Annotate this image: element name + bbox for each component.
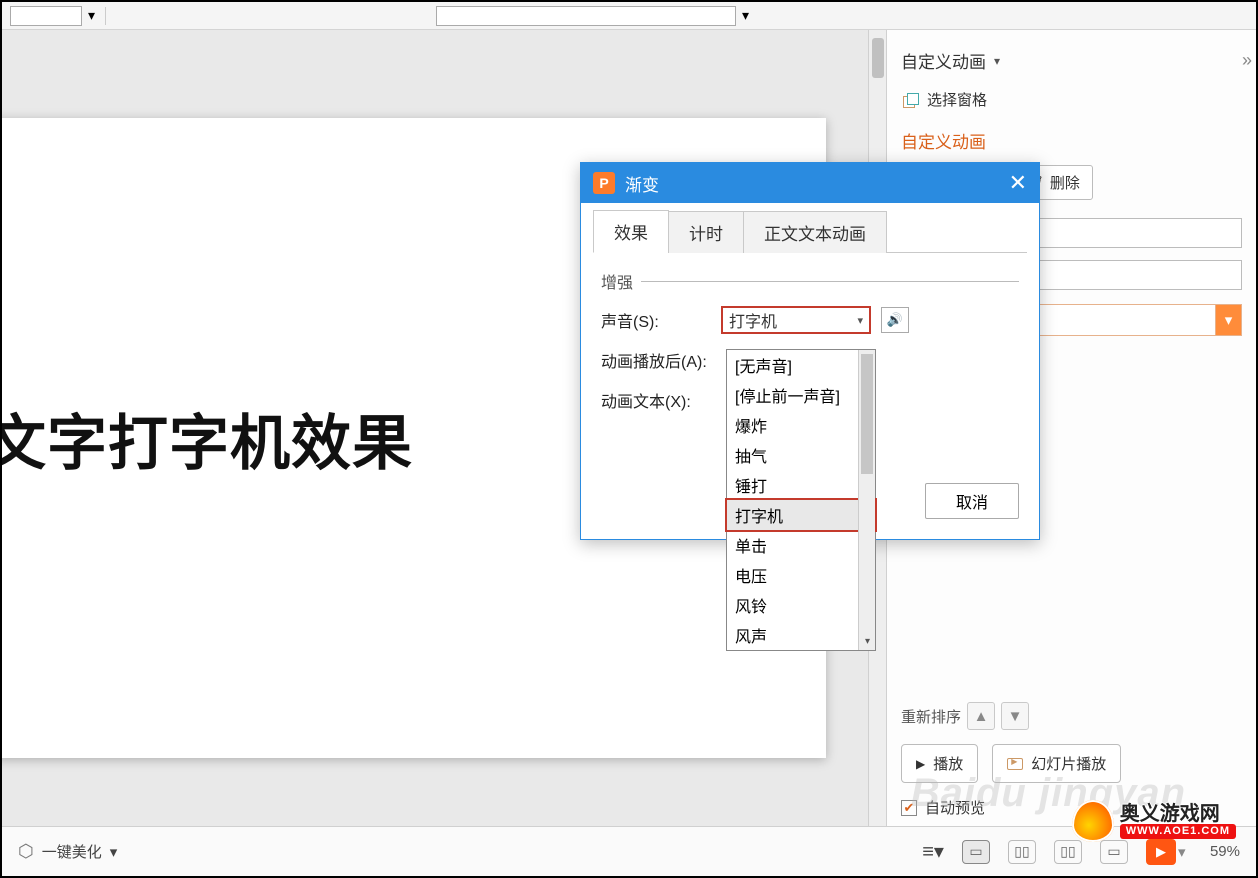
view-sorter-button[interactable]: ▯▯	[1008, 840, 1036, 864]
after-animation-label: 动画播放后(A):	[601, 348, 721, 372]
scroll-down-icon[interactable]: ▾	[859, 633, 876, 650]
animate-text-label: 动画文本(X):	[601, 388, 721, 412]
move-down-button[interactable]: ▼	[1001, 702, 1029, 730]
zoom-value[interactable]: 59%	[1210, 843, 1240, 860]
chevron-down-icon[interactable]: ▾	[88, 7, 95, 24]
selection-pane-link[interactable]: 选择窗格	[901, 79, 1242, 128]
view-presenter-button[interactable]: ▭	[1100, 840, 1128, 864]
chevron-down-icon[interactable]: ▾	[1178, 843, 1192, 861]
scrollbar-thumb[interactable]	[872, 38, 884, 78]
slideshow-icon	[1007, 758, 1023, 770]
sound-select[interactable]: 打字机 ▾	[721, 306, 871, 334]
beautify-label: 一键美化	[42, 841, 102, 862]
delete-label: 删除	[1050, 172, 1080, 193]
reorder-label: 重新排序	[901, 706, 961, 727]
chevron-down-icon: ▾	[110, 843, 118, 861]
tab-text-animation[interactable]: 正文文本动画	[743, 211, 887, 253]
tab-effect[interactable]: 效果	[593, 210, 669, 253]
effect-options-dialog: P 渐变 ✕ 效果 计时 正文文本动画 增强 声音(S): 打字机 ▾ 动画播放…	[580, 162, 1040, 540]
preview-sound-button[interactable]	[881, 307, 909, 333]
slideshow-label: 幻灯片播放	[1031, 753, 1106, 774]
view-reading-button[interactable]: ▯▯	[1054, 840, 1082, 864]
top-toolbar: ▾ ▾	[2, 2, 1256, 30]
cube-icon	[18, 841, 34, 862]
slideshow-button[interactable]: 幻灯片播放	[992, 744, 1121, 783]
group-label: 增强	[601, 269, 633, 293]
menu-icon[interactable]: ≡▾	[922, 839, 944, 864]
dialog-title: 渐变	[625, 171, 659, 196]
animation-item-dropdown[interactable]: ▾	[1216, 304, 1242, 336]
auto-preview-label: 自动预览	[925, 797, 985, 818]
close-icon[interactable]: ✕	[1009, 170, 1027, 196]
divider	[641, 281, 1019, 282]
flame-icon	[1072, 800, 1114, 842]
chevron-down-icon: ▾	[857, 314, 863, 327]
scrollbar-thumb[interactable]	[861, 354, 873, 474]
logo-text-cn: 奥义游戏网	[1120, 804, 1236, 824]
sound-label: 声音(S):	[601, 308, 721, 332]
auto-preview-checkbox[interactable]: ✔	[901, 800, 917, 816]
tab-timing[interactable]: 计时	[668, 211, 744, 253]
logo-text-url: WWW.AOE1.COM	[1120, 824, 1236, 839]
play-label: 播放	[933, 753, 963, 774]
status-bar: 一键美化 ▾ ≡▾ ▭ ▯▯ ▯▯ ▭ ▾ 59%	[2, 826, 1256, 876]
sound-option-none[interactable]: [无声音]	[727, 350, 875, 380]
sound-value: 打字机	[729, 308, 777, 332]
selection-pane-icon	[903, 93, 919, 107]
sound-option-voltage[interactable]: 电压	[727, 560, 875, 590]
view-normal-button[interactable]: ▭	[962, 840, 990, 864]
speaker-icon	[887, 311, 903, 329]
sound-option-wind[interactable]: 风声	[727, 620, 875, 650]
sound-option-suction[interactable]: 抽气	[727, 440, 875, 470]
cancel-button[interactable]: 取消	[925, 483, 1019, 519]
app-icon: P	[593, 172, 615, 194]
custom-animation-dropdown[interactable]: 自定义动画	[901, 42, 1242, 79]
toolbar-box	[10, 6, 82, 26]
slide-title: 文字打字机效果	[2, 395, 413, 482]
sound-option-stop[interactable]: [停止前一声音]	[727, 380, 875, 410]
sound-dropdown-list: [无声音] [停止前一声音] 爆炸 抽气 锤打 打字机 单击 电压 风铃 风声 …	[726, 349, 876, 651]
selection-pane-label: 选择窗格	[927, 89, 987, 110]
play-button[interactable]: 播放	[901, 744, 978, 783]
dropdown-scrollbar[interactable]: ▴ ▾	[858, 350, 875, 650]
sound-option-chime[interactable]: 风铃	[727, 590, 875, 620]
sound-option-hammer[interactable]: 锤打	[727, 470, 875, 500]
site-logo: 奥义游戏网 WWW.AOE1.COM	[1072, 800, 1236, 842]
expand-icon[interactable]: »	[1242, 50, 1252, 71]
toolbar-field[interactable]	[436, 6, 736, 26]
dialog-titlebar[interactable]: P 渐变 ✕	[581, 163, 1039, 203]
chevron-down-icon[interactable]: ▾	[742, 7, 749, 24]
sound-option-explosion[interactable]: 爆炸	[727, 410, 875, 440]
animation-section-title: 自定义动画	[901, 128, 1242, 161]
play-icon	[916, 755, 925, 772]
beautify-button[interactable]: 一键美化 ▾	[18, 841, 117, 862]
move-up-button[interactable]: ▲	[967, 702, 995, 730]
sound-option-typewriter[interactable]: 打字机	[725, 498, 877, 532]
start-slideshow-button[interactable]	[1146, 839, 1176, 865]
sound-option-click[interactable]: 单击	[727, 530, 875, 560]
